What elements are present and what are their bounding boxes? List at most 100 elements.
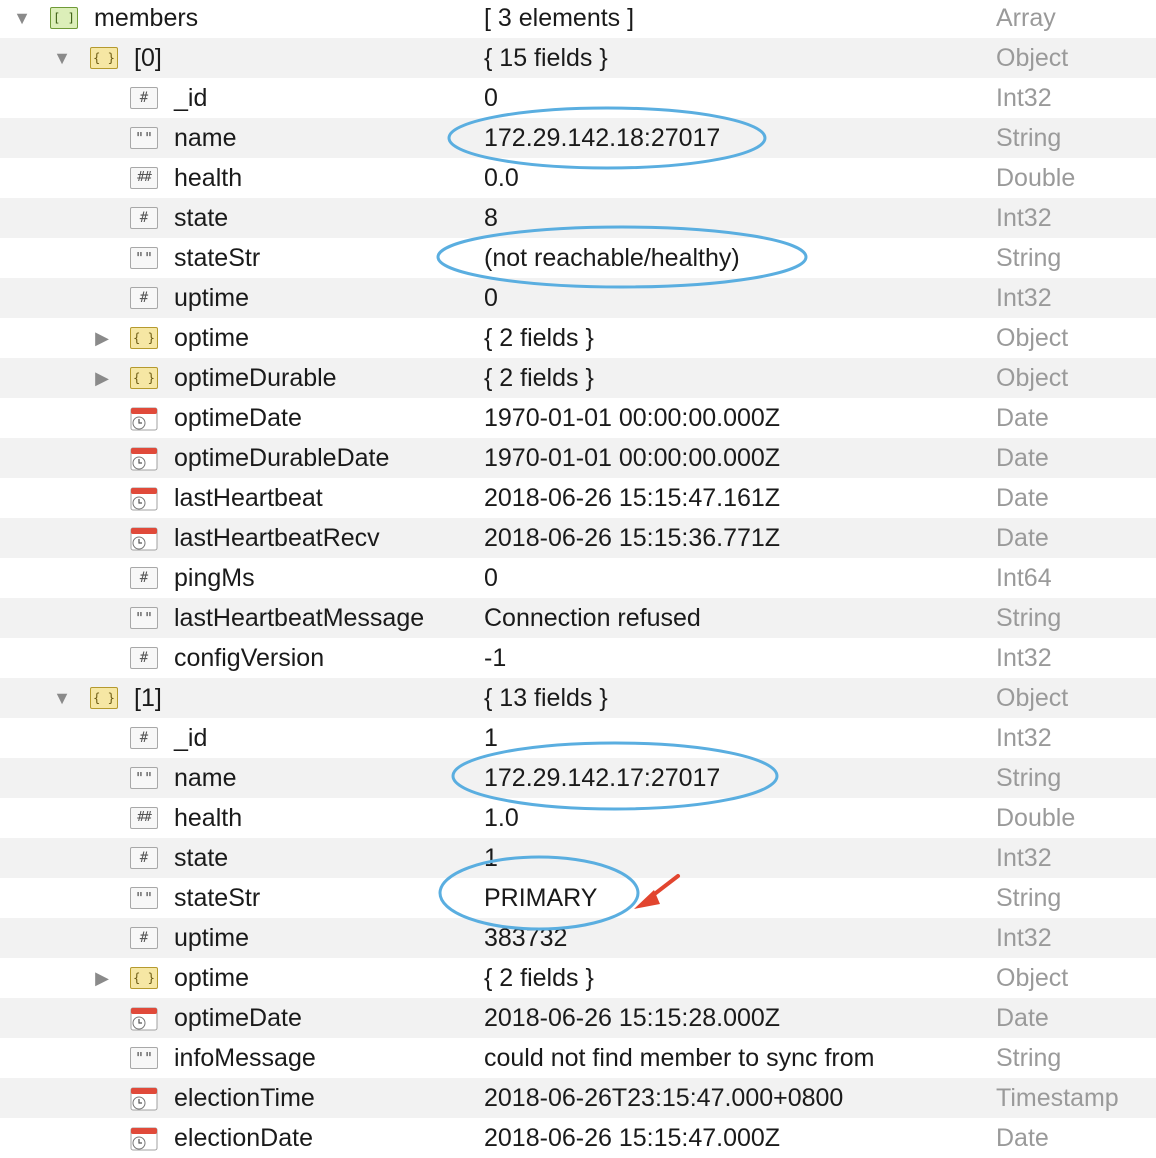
tree-row[interactable]: stateStr (not reachable/healthy) String: [0, 238, 1156, 278]
field-value: 1: [484, 844, 498, 872]
double-type-icon: [130, 807, 158, 829]
tree-row[interactable]: _id 1 Int32: [0, 718, 1156, 758]
tree-row[interactable]: electionTime 2018-06-26T23:15:47.000+080…: [0, 1078, 1156, 1118]
field-value: [ 3 elements ]: [484, 4, 635, 32]
tree-row[interactable]: infoMessage could not find member to syn…: [0, 1038, 1156, 1078]
tree-row-member-0[interactable]: ▼ [0] { 15 fields } Object: [0, 38, 1156, 78]
int-type-icon: [130, 727, 158, 749]
field-type: Object: [996, 684, 1069, 712]
field-key: infoMessage: [174, 1044, 316, 1072]
collapse-triangle-icon[interactable]: ▼: [12, 0, 32, 38]
tree-row[interactable]: electionDate 2018-06-26 15:15:47.000Z Da…: [0, 1118, 1156, 1158]
int-type-icon: [130, 87, 158, 109]
calendar-icon: [130, 1005, 158, 1031]
expand-triangle-icon[interactable]: ▶: [92, 958, 112, 998]
field-key: optime: [174, 324, 250, 352]
field-key: optimeDate: [174, 404, 302, 432]
field-value: 0.0: [484, 164, 519, 192]
field-value: 2018-06-26 15:15:47.161Z: [484, 484, 781, 512]
tree-row[interactable]: ▶ optime { 2 fields } Object: [0, 958, 1156, 998]
tree-row[interactable]: _id 0 Int32: [0, 78, 1156, 118]
field-key: pingMs: [174, 564, 255, 592]
string-type-icon: [130, 127, 158, 149]
int-type-icon: [130, 647, 158, 669]
field-type: Timestamp: [996, 1084, 1119, 1112]
calendar-icon: [130, 1125, 158, 1151]
calendar-icon: [130, 485, 158, 511]
field-key: configVersion: [174, 644, 325, 672]
field-type: Array: [996, 4, 1056, 32]
tree-row[interactable]: name 172.29.142.18:27017 String: [0, 118, 1156, 158]
field-type: Object: [996, 364, 1069, 392]
field-value: { 13 fields }: [484, 684, 608, 712]
field-type: Int32: [996, 924, 1052, 952]
field-type: Date: [996, 1004, 1049, 1032]
field-type: Date: [996, 444, 1049, 472]
int-type-icon: [130, 927, 158, 949]
field-type: String: [996, 1044, 1062, 1072]
field-key: stateStr: [174, 244, 261, 272]
field-value: 0: [484, 564, 498, 592]
field-type: Int64: [996, 564, 1052, 592]
field-key: [0]: [134, 44, 162, 72]
field-type: Date: [996, 524, 1049, 552]
field-key: name: [174, 764, 237, 792]
field-type: Object: [996, 964, 1069, 992]
tree-row-member-1[interactable]: ▼ [1] { 13 fields } Object: [0, 678, 1156, 718]
field-key: optimeDate: [174, 1004, 302, 1032]
field-type: Object: [996, 324, 1069, 352]
collapse-triangle-icon[interactable]: ▼: [52, 38, 72, 78]
expand-triangle-icon[interactable]: ▶: [92, 358, 112, 398]
int-type-icon: [130, 287, 158, 309]
tree-row[interactable]: health 0.0 Double: [0, 158, 1156, 198]
field-type: Object: [996, 44, 1069, 72]
field-type: Int32: [996, 644, 1052, 672]
field-value: 8: [484, 204, 498, 232]
field-type: Int32: [996, 284, 1052, 312]
field-key: state: [174, 844, 229, 872]
tree-row[interactable]: pingMs 0 Int64: [0, 558, 1156, 598]
tree-row[interactable]: optimeDate 2018-06-26 15:15:28.000Z Date: [0, 998, 1156, 1038]
string-type-icon: [130, 247, 158, 269]
field-type: String: [996, 244, 1062, 272]
field-type: Date: [996, 484, 1049, 512]
document-tree-view: ▼ members [ 3 elements ] Array ▼ [0] { 1…: [0, 0, 1156, 1158]
tree-row[interactable]: lastHeartbeat 2018-06-26 15:15:47.161Z D…: [0, 478, 1156, 518]
tree-row[interactable]: ▶ optimeDurable { 2 fields } Object: [0, 358, 1156, 398]
tree-row[interactable]: optimeDurableDate 1970-01-01 00:00:00.00…: [0, 438, 1156, 478]
string-type-icon: [130, 607, 158, 629]
field-value: (not reachable/healthy): [484, 244, 740, 272]
tree-row[interactable]: uptime 383732 Int32: [0, 918, 1156, 958]
field-value: 1: [484, 724, 498, 752]
field-key: optimeDurableDate: [174, 444, 390, 472]
calendar-icon: [130, 525, 158, 551]
tree-row[interactable]: health 1.0 Double: [0, 798, 1156, 838]
tree-row[interactable]: optimeDate 1970-01-01 00:00:00.000Z Date: [0, 398, 1156, 438]
field-value: 2018-06-26 15:15:36.771Z: [484, 524, 781, 552]
field-value: 2018-06-26 15:15:28.000Z: [484, 1004, 781, 1032]
tree-row[interactable]: ▶ optime { 2 fields } Object: [0, 318, 1156, 358]
object-type-icon: [90, 687, 118, 709]
field-value: could not find member to sync from: [484, 1044, 875, 1072]
field-key: health: [174, 164, 243, 192]
collapse-triangle-icon[interactable]: ▼: [52, 678, 72, 718]
tree-row[interactable]: state 1 Int32: [0, 838, 1156, 878]
field-key: uptime: [174, 924, 250, 952]
field-key: state: [174, 204, 229, 232]
tree-row[interactable]: uptime 0 Int32: [0, 278, 1156, 318]
field-key: _id: [174, 84, 208, 112]
tree-row[interactable]: lastHeartbeatMessage Connection refused …: [0, 598, 1156, 638]
calendar-icon: [130, 445, 158, 471]
field-key: [1]: [134, 684, 162, 712]
field-value: 2018-06-26 15:15:47.000Z: [484, 1124, 781, 1152]
field-type: String: [996, 764, 1062, 792]
tree-row[interactable]: lastHeartbeatRecv 2018-06-26 15:15:36.77…: [0, 518, 1156, 558]
tree-row[interactable]: configVersion -1 Int32: [0, 638, 1156, 678]
expand-triangle-icon[interactable]: ▶: [92, 318, 112, 358]
tree-row[interactable]: name 172.29.142.17:27017 String: [0, 758, 1156, 798]
tree-row[interactable]: stateStr PRIMARY String: [0, 878, 1156, 918]
field-type: String: [996, 124, 1062, 152]
tree-row[interactable]: state 8 Int32: [0, 198, 1156, 238]
tree-row-members[interactable]: ▼ members [ 3 elements ] Array: [0, 0, 1156, 38]
field-type: Double: [996, 164, 1076, 192]
